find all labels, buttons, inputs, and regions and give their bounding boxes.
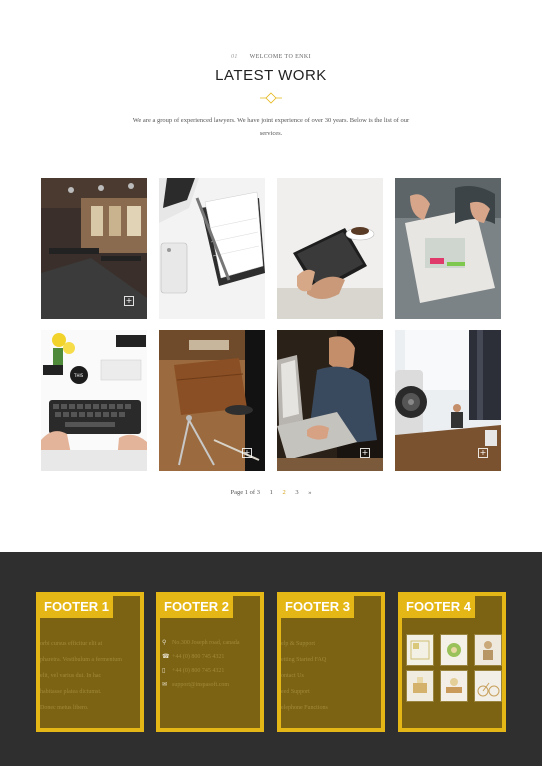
portfolio-item-speaker-desk[interactable]: + — [395, 330, 501, 471]
expand-plus-icon[interactable]: + — [360, 448, 370, 458]
svg-text:THIS: THIS — [73, 373, 84, 378]
footer-column-4: FOOTER 4 — [398, 592, 506, 732]
gallery-thumb[interactable] — [440, 670, 468, 702]
keyboard-flowers-image: THIS — [41, 330, 147, 471]
page-count-label: Page 1 of 3 — [230, 489, 260, 496]
pagination: Page 1 of 3 1 2 3 » — [0, 489, 542, 496]
tablet-coffee-image — [277, 178, 383, 319]
footer-2-heading: FOOTER 2 — [160, 596, 234, 618]
page-title: LATEST WORK — [215, 67, 327, 84]
portfolio-item-laptop-typing[interactable]: + — [277, 330, 383, 471]
gallery-thumb[interactable] — [474, 634, 502, 666]
footer-1-line: habitasse platea dictumst. — [40, 689, 102, 695]
footer-link-help[interactable]: elp & Support — [281, 636, 328, 652]
footer-link-telephone[interactable]: elephone Functions — [281, 700, 328, 716]
gallery-thumb[interactable] — [406, 670, 434, 702]
site-footer: FOOTER 1 orbi cursus efficitur elit at p… — [0, 552, 542, 766]
eyebrow-text: WELCOME TO ENKI — [249, 54, 312, 60]
footer-link-contact[interactable]: ontact Us — [281, 668, 328, 684]
mobile-icon: ▯ — [162, 667, 166, 674]
expand-plus-icon[interactable]: + — [478, 448, 488, 458]
contact-mobile: ▯ +44 (0) 800 745 4321 — [162, 664, 239, 678]
section-intro: We are a group of experienced lawyers. W… — [132, 117, 410, 137]
footer-link-support[interactable]: eed Support — [281, 684, 328, 700]
contact-email: ✉ support@inspasoft.com — [162, 678, 239, 692]
portfolio-item-office[interactable]: + — [41, 178, 147, 319]
diamond-divider-icon — [260, 92, 282, 104]
gallery-thumb[interactable] — [406, 634, 434, 666]
section-number: 01 — [230, 54, 238, 60]
contact-address: ⚲ No.300 Joseph road, canada — [162, 636, 239, 650]
footer-4-heading: FOOTER 4 — [402, 596, 476, 618]
footer-1-text: orbi cursus efficitur elit at pharetra. … — [40, 636, 122, 716]
mobile-text[interactable]: +44 (0) 800 745 4321 — [172, 668, 224, 674]
contact-info-list: ⚲ No.300 Joseph road, canada ☎ +44 (0) 800… — [162, 636, 239, 692]
expand-plus-icon[interactable]: + — [242, 448, 252, 458]
footer-column-2: FOOTER 2 ⚲ No.300 Joseph road, canada ☎ +4… — [156, 592, 264, 732]
footer-3-heading: FOOTER 3 — [281, 596, 355, 618]
footer-column-3: FOOTER 3 elp & Support etting Started FA… — [277, 592, 385, 732]
page-link-3[interactable]: 3 — [295, 489, 298, 496]
phone-icon: ☎ — [162, 653, 170, 660]
next-page-link[interactable]: » — [308, 489, 311, 496]
notebook-pen-image — [159, 178, 265, 319]
latest-work-section: 01 WELCOME TO ENKI LATEST WORK We are a … — [0, 0, 542, 552]
footer-1-line: pharetra. Vestibulum a fermentum — [40, 657, 122, 663]
footer-link-faq[interactable]: etting Started FAQ — [281, 652, 328, 668]
mail-icon: ✉ — [162, 681, 168, 688]
footer-column-1: FOOTER 1 orbi cursus efficitur elit at p… — [36, 592, 144, 732]
gallery-thumb[interactable] — [474, 670, 502, 702]
portfolio-item-leather-compass[interactable]: + — [159, 330, 265, 471]
footer-1-line: orbi cursus efficitur elit at — [40, 641, 103, 647]
desk-papers-image — [395, 178, 501, 319]
email-link[interactable]: support@inspasoft.com — [172, 682, 229, 688]
map-pin-icon: ⚲ — [162, 639, 167, 646]
footer-1-line: elit, vel varius dui. In hac — [40, 673, 102, 679]
expand-plus-icon[interactable]: + — [124, 296, 134, 306]
portfolio-item-tablet-coffee[interactable] — [277, 178, 383, 319]
portfolio-item-notebook-pen[interactable] — [159, 178, 265, 319]
portfolio-item-desk-papers[interactable] — [395, 178, 501, 319]
portfolio-item-keyboard-flowers[interactable]: THIS — [41, 330, 147, 471]
footer-1-heading: FOOTER 1 — [40, 596, 114, 618]
contact-phone: ☎ +44 (0) 800 745 4321 — [162, 650, 239, 664]
address-text: No.300 Joseph road, canada — [172, 640, 240, 646]
gallery-thumb[interactable] — [440, 634, 468, 666]
footer-links: elp & Support etting Started FAQ ontact … — [281, 636, 328, 716]
page-link-2-current[interactable]: 2 — [282, 489, 285, 496]
section-eyebrow: 01 WELCOME TO ENKI — [0, 54, 542, 60]
page-link-1[interactable]: 1 — [270, 489, 273, 496]
footer-1-line: Donec metus libero. — [40, 705, 89, 711]
phone-text[interactable]: +44 (0) 800 745 4321 — [172, 654, 224, 660]
